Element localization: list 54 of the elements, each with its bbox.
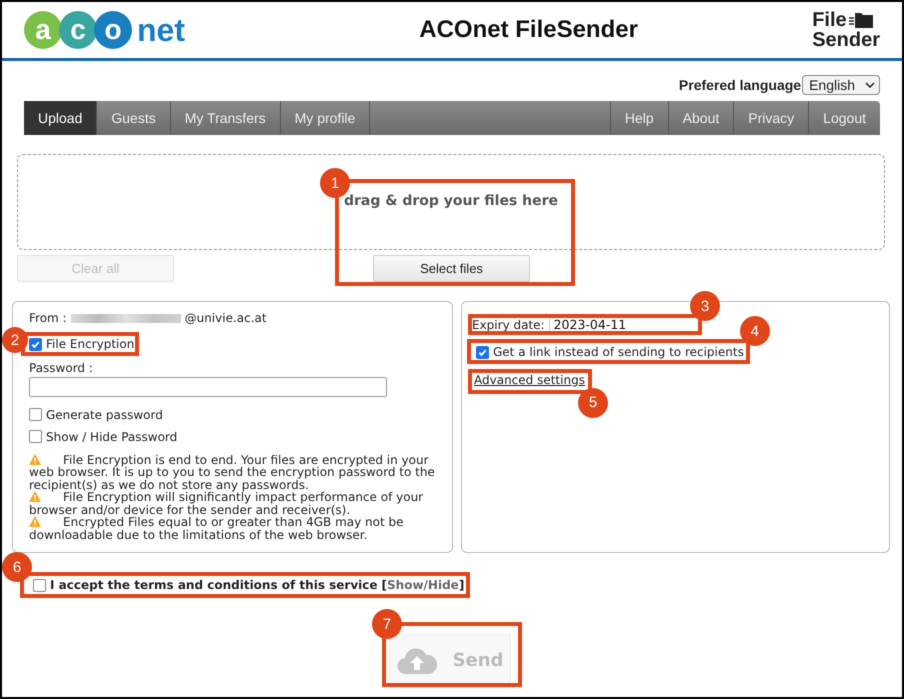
from-label: From :	[29, 311, 67, 325]
logo-text: net	[137, 14, 185, 46]
select-files-button[interactable]: Select files	[373, 255, 530, 282]
step-badge: 5	[578, 388, 608, 418]
nav-tab[interactable]: Privacy	[733, 101, 808, 135]
checkbox[interactable]	[29, 338, 42, 350]
nav-tab[interactable]: Upload	[24, 101, 98, 135]
brand-logo-text: Sender	[812, 30, 880, 50]
checkbox[interactable]	[29, 408, 42, 421]
password-field[interactable]	[29, 376, 387, 396]
nav-tab[interactable]: About	[668, 101, 734, 135]
site-title: ACOnet FileSender	[419, 16, 638, 44]
bracket: ]	[458, 578, 464, 592]
advanced-settings-link[interactable]: Advanced settings	[474, 372, 585, 386]
expiry-date-field[interactable]: 2023-04-11	[548, 317, 626, 332]
password-label: Password :	[29, 360, 93, 374]
warning-icon	[29, 516, 41, 527]
nav-tab[interactable]: My profile	[280, 101, 370, 135]
step-badge: 1	[320, 168, 350, 198]
brand-logo-text: File	[812, 10, 847, 30]
checkbox-label: File Encryption	[46, 337, 134, 351]
expiry-label: Expiry date:	[472, 318, 545, 332]
nav-tab[interactable]: Guests	[97, 101, 171, 135]
checkbox-label: Get a link instead of sending to recipients	[493, 345, 744, 359]
nav-tab[interactable]: My Transfers	[170, 101, 281, 135]
checkbox[interactable]	[29, 430, 42, 443]
language-label: Prefered language	[678, 77, 802, 93]
step-badge: 3	[690, 291, 720, 321]
checkbox[interactable]	[476, 346, 489, 358]
checkbox-label: Show / Hide Password	[46, 430, 178, 444]
language-select[interactable]: English	[802, 75, 880, 95]
step-badge: 2	[2, 327, 28, 353]
bracket: [	[382, 578, 388, 592]
logo-letter: a	[24, 11, 62, 49]
checkbox[interactable]	[33, 578, 46, 592]
logo-letter: c	[59, 11, 97, 49]
checkbox-label: Generate password	[46, 408, 163, 422]
warning-text: File Encryption will significantly impact performance of your browser and/or device for the sender and receiver(s).	[29, 491, 424, 516]
warning-text: File Encryption is end to end. Your files are encrypted in your web browser. It is up to you to send the encryption password to the recipient(s) as we do not store any passwords.	[29, 454, 436, 491]
email-domain: @univie.ac.at	[184, 311, 267, 325]
terms-label: I accept the terms and conditions of this service	[50, 578, 378, 592]
warning-icon	[29, 491, 41, 502]
nav-tab[interactable]: Help	[610, 101, 668, 135]
warning-text: Encrypted Files equal to or greater than 4GB may not be downloadable due to the limitations of the web browser.	[29, 516, 405, 541]
step-badge: 4	[740, 316, 770, 346]
folder-icon	[848, 11, 873, 29]
caret-icon	[865, 82, 875, 88]
cloud-upload-icon	[396, 646, 437, 674]
nav-tab[interactable]: Logout	[808, 101, 880, 135]
show-hide-link[interactable]: Show/Hide	[387, 578, 459, 592]
warning-icon	[29, 454, 41, 464]
logo-letter: o	[94, 11, 132, 49]
step-badge: 7	[372, 609, 402, 639]
step-badge: 6	[2, 552, 32, 582]
